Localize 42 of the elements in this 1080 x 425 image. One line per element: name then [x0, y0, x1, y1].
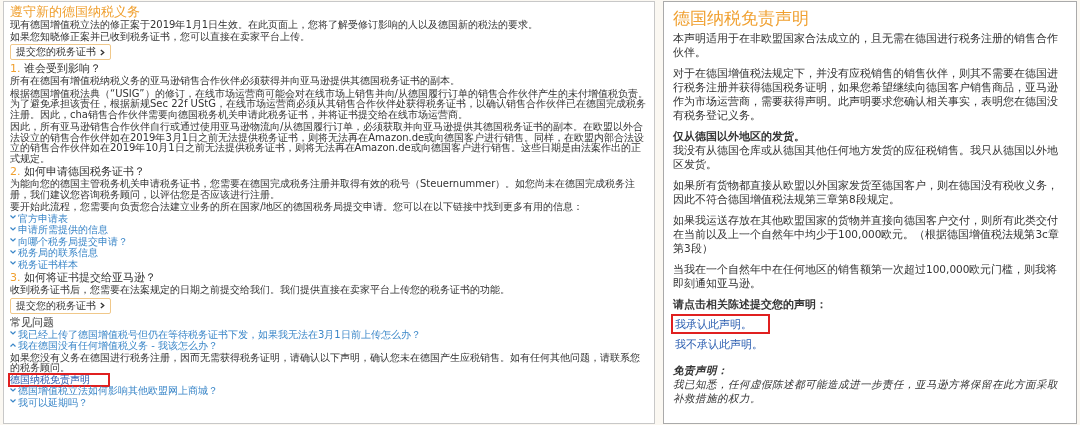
paragraph: 如果所有货物都直接从欧盟以外国家发货至德国客户，则在德国没有税收义务，因此不符合德国增值税法规第三章第8段规定。 [673, 178, 1059, 206]
info-link[interactable]: 向哪个税务局提交申请？ [10, 236, 648, 247]
faq-heading: 常见问题 [10, 316, 55, 329]
paragraph: 如果我运送存放在其他欧盟国家的货物并直接向德国客户交付，则所有此类交付在当前以及上一个自然年中均少于100,000欧元。（根据德国增值税法规第3c章第3段） [673, 213, 1060, 255]
chevron-right-icon [100, 48, 105, 56]
submit-button[interactable]: 提交您的税务证书 [10, 297, 111, 314]
chevron-right-icon [100, 302, 105, 309]
paragraph: 所有在德国有增值税纳税义务的亚马逊销售合作伙伴必须获得并向亚马逊提供其德国税务证书的副本。 [10, 76, 461, 87]
paragraph: 如果您知晓修正案并已收到税务证书，您可以直接在卖家平台上传。 [10, 31, 311, 42]
paragraph: 收到税务证书后，您需要在法案规定的日期之前提交给我们。我们提供直接在卖家平台上传您的税务证书的功能。 [10, 285, 511, 296]
section-heading: 1. 谁会受到影响？ [10, 63, 102, 75]
faq-question[interactable]: 我已经上传了德国增值税号但仍在等待税务证书下发，如果我无法在3月1日前上传怎么办？ [10, 329, 648, 340]
faq-question[interactable]: 我可以延期吗？ [10, 397, 648, 408]
section-heading: 3. 如何将证书提交给亚马逊？ [10, 272, 157, 284]
paragraph: 当我在一个自然年中在任何地区的销售额第一次超过100,000欧元门槛，则我将即刻通知亚马逊。 [673, 262, 1059, 290]
disclaimer-link[interactable]: 德国纳税免责声明 [10, 374, 108, 385]
paragraph: 因此，所有亚马逊销售合作伙伴自行或通过使用亚马逊物流向/从德国履行订单，必须获取并向亚马逊提供其德国税务证书的副本。在欧盟以外合法设立的销售合作伙伴如在2019年3月1日之前无法提供税务证书，则将无法再在Amazon.de或向德国客户进行销售。同样，在欧盟内部合法设立的销售合作伙伴如在2019年10月1日之前无法提供税务证书，则将无法再在Amazon.de或向德国客户进行销售。这些日期是由法案作出的正式规定。 [10, 122, 646, 164]
paragraph: 为能向您的德国主管税务机关申请税务证书，您需要在德国完成税务注册并取得有效的税号（Steuernummer）。如您尚未在德国完成税务注册，我们建议您咨询税务顾问，以评估您是否应该进行注册。 [10, 179, 637, 200]
paragraph: 现有德国增值税立法的修正案于2019年1月1日生效。在此页面上，您将了解受修订影响的人以及德国新的税法的要求。 [10, 20, 540, 31]
disclaimer-title: 免责声明： [673, 363, 729, 377]
faq-question[interactable]: 德国增值税立法如何影响其他欧盟网上商城？ [10, 386, 648, 397]
bold-heading: 请点击相关陈述提交您的声明： [673, 297, 828, 311]
info-link[interactable]: 税务局的联系信息 [10, 248, 648, 259]
paragraph: 对于在德国增值税法规定下，并没有应税销售的销售伙伴，则其不需要在德国进行税务注册并获得德国税务证明，如果您希望继续向德国客户销售商品，亚马逊作为市场运营商，需要获得声明。此声明要求您确认相关事实，表明您在德国没有税务登记义务。 [673, 66, 1059, 122]
disclaimer-text: 我已知悉，任何虚假陈述都可能造成进一步责任，亚马逊方将保留在此方面采取补救措施的权力。 [673, 377, 1059, 405]
panel-title: 德国纳税免责声明 [673, 8, 810, 28]
info-link[interactable]: 申请所需提供的信息 [10, 225, 648, 236]
paragraph: 根据德国增值税法典（“USIG”）的修订，在线市场运营商可能会对在线市场上销售并向/从德国履行订单的销售合作伙伴产生的未付增值税负责。为了避免承担该责任，根据新规Sec 22f UStG，在线市场运营商必须从其销售合作伙伴处获得税务证书，以确认销售合作伙伴已在德国完成税务注册。因此，cha销售合作伙伴需要向德国税务机关申请此税务证书，并将证书提交给在线市场运营商。 [10, 88, 648, 120]
faq-answer: 如果您没有义务在德国进行税务注册，因而无需获得税务证明，请确认以下声明，确认您未在德国产生应税销售。如有任何其他问题，请联系您的税务顾问。 [10, 352, 641, 374]
statement-link[interactable]: 我承认此声明。 [673, 316, 768, 332]
submit-button[interactable]: 提交您的税务证书 [10, 44, 111, 60]
paragraph: 我没有从德国仓库或从德国其他任何地方发货的应征税销售。我只从德国以外地区发货。 [673, 143, 1059, 171]
info-link[interactable]: 官方申请表 [10, 213, 648, 224]
chevron-down-icon [10, 261, 16, 266]
statement-link[interactable]: 我不承认此声明。 [673, 337, 765, 351]
faq-question[interactable]: 我在德国没有任何增值税义务 - 我该怎么办？ [10, 341, 648, 352]
panel-title: 遵守新的德国纳税义务 [10, 4, 141, 19]
paragraph: 要开始此流程，您需要向负责您合法建立业务的所在国家/地区的德国税务局提交申请。您可以在以下链接中找到更多有用的信息： [10, 202, 585, 212]
section-heading: 2. 如何申请德国税务证书？ [10, 166, 146, 178]
bold-heading: 仅从德国以外地区的发货。 [673, 129, 806, 143]
paragraph: 本声明适用于在非欧盟国家合法成立的，且无需在德国进行税务注册的销售合作伙伴。 [673, 31, 1059, 59]
info-link[interactable]: 税务证书样本 [10, 259, 648, 270]
